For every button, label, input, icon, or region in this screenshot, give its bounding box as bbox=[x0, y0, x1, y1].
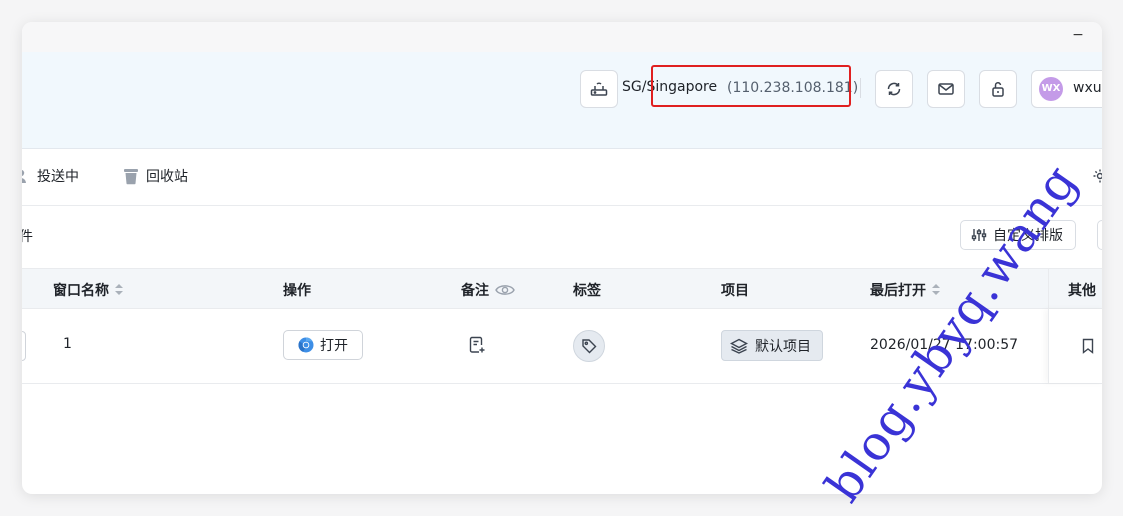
eye-icon[interactable] bbox=[495, 283, 515, 297]
custom-sort-label: 自定义排版 bbox=[993, 228, 1063, 244]
column-project: 项目 bbox=[721, 280, 749, 300]
lock-button[interactable] bbox=[979, 70, 1017, 108]
custom-sort-button[interactable]: 自定义排版 bbox=[960, 220, 1076, 250]
section-label: 件 bbox=[22, 229, 33, 245]
last-open-time: 2026/01/27 17:00:57 bbox=[870, 337, 1019, 353]
user-icon bbox=[22, 169, 26, 183]
router-icon bbox=[590, 82, 608, 96]
proxy-button[interactable] bbox=[580, 70, 618, 108]
sliders-icon bbox=[971, 229, 987, 241]
column-label: 最后打开 bbox=[870, 283, 926, 299]
chrome-icon bbox=[298, 337, 314, 353]
tab-label: 投送中 bbox=[37, 169, 79, 185]
toolbar-button[interactable] bbox=[1097, 220, 1102, 250]
column-note: 备注 bbox=[461, 280, 515, 300]
row-checkbox[interactable] bbox=[22, 331, 26, 361]
tab-recycle-bin[interactable]: 回收站 bbox=[123, 166, 188, 186]
tab-label: 回收站 bbox=[146, 169, 188, 185]
highlight-annotation bbox=[651, 65, 851, 107]
column-label: 操作 bbox=[283, 283, 311, 299]
column-action: 操作 bbox=[283, 280, 311, 300]
column-label: 其他 bbox=[1068, 283, 1096, 299]
settings-icon[interactable] bbox=[1092, 168, 1102, 184]
user-menu[interactable]: WX wxu bbox=[1031, 70, 1102, 108]
column-label: 项目 bbox=[721, 283, 749, 299]
add-note-icon[interactable] bbox=[468, 336, 486, 354]
header-bar: SG/Singapore (110.238.108.181) WX wxu bbox=[22, 52, 1102, 149]
avatar: WX bbox=[1039, 77, 1063, 101]
tag-button[interactable] bbox=[573, 330, 605, 362]
tab-delivering[interactable]: 投送中 bbox=[22, 166, 79, 186]
layers-icon bbox=[730, 338, 748, 354]
tab-bar: 投送中 回收站 bbox=[22, 149, 1102, 206]
mail-icon bbox=[938, 83, 954, 95]
window-name: 1 bbox=[63, 336, 72, 352]
sort-icon[interactable] bbox=[115, 284, 123, 296]
sort-icon[interactable] bbox=[932, 284, 940, 296]
column-label: 标签 bbox=[573, 283, 601, 299]
column-other: 其他 bbox=[1068, 280, 1096, 300]
table-row: 1 打开 默认项目 2026/01/27 17:00:57 bbox=[22, 309, 1102, 384]
open-label: 打开 bbox=[320, 338, 348, 354]
project-badge[interactable]: 默认项目 bbox=[721, 330, 823, 361]
username: wxu bbox=[1073, 80, 1102, 96]
project-label: 默认项目 bbox=[755, 338, 811, 355]
refresh-icon bbox=[887, 82, 901, 96]
minimize-button[interactable]: − bbox=[1068, 26, 1088, 46]
column-name[interactable]: 窗口名称 bbox=[53, 280, 123, 300]
table-header: 窗口名称 操作 备注 标签 项目 最后打开 其他 bbox=[22, 268, 1102, 309]
column-last-open[interactable]: 最后打开 bbox=[870, 280, 940, 300]
toolbar: 件 自定义排版 bbox=[22, 206, 1102, 268]
column-label: 窗口名称 bbox=[53, 283, 109, 299]
unlock-icon bbox=[992, 82, 1004, 97]
other-cell bbox=[1048, 309, 1102, 383]
divider bbox=[860, 78, 861, 98]
open-button[interactable]: 打开 bbox=[283, 330, 363, 360]
bookmark-icon[interactable] bbox=[1081, 338, 1095, 354]
mail-button[interactable] bbox=[927, 70, 965, 108]
app-window: − SG/Singapore (110.238.108.181) WX wxu … bbox=[22, 22, 1102, 494]
refresh-button[interactable] bbox=[875, 70, 913, 108]
column-tag: 标签 bbox=[573, 280, 601, 300]
column-label: 备注 bbox=[461, 283, 489, 299]
title-bar: − bbox=[22, 22, 1102, 52]
tag-icon bbox=[582, 339, 597, 354]
trash-icon bbox=[124, 169, 138, 185]
